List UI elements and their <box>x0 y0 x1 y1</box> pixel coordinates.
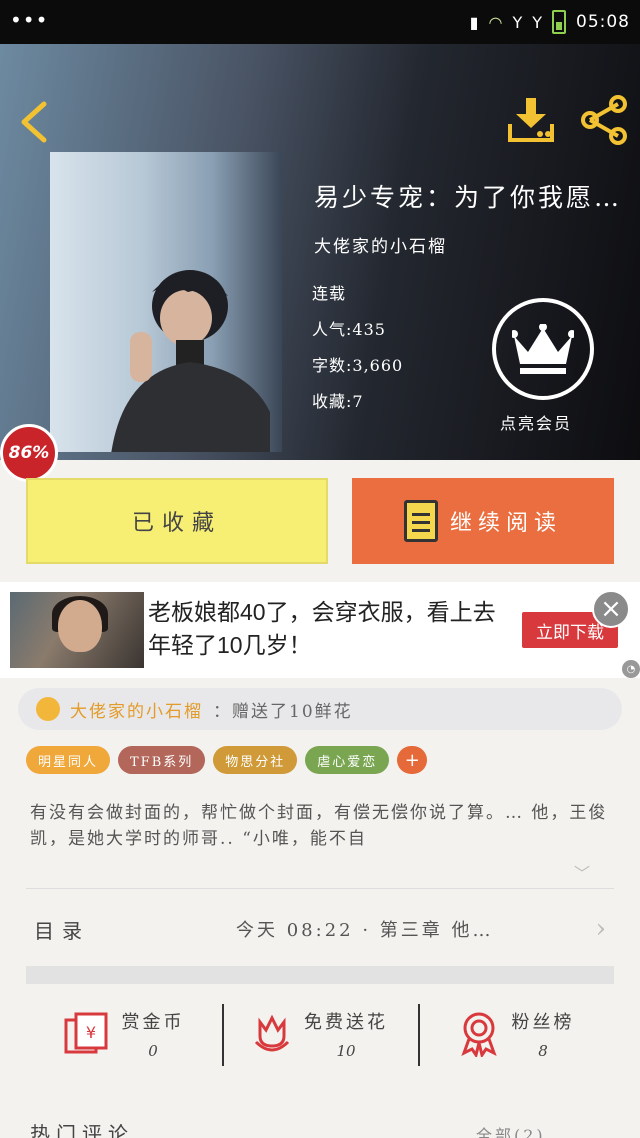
toc-label: 目录 <box>34 918 90 943</box>
signal-1-icon: Y <box>512 12 523 32</box>
ad-text: 老板娘都40了，会穿衣服，看上去年轻了10几岁！ <box>148 599 496 658</box>
download-icon[interactable] <box>506 96 556 144</box>
stat-value: 8 <box>538 1042 548 1060</box>
stat-fan-ranking[interactable]: 粉丝榜 8 <box>418 996 614 1072</box>
gift-message: ：赠送了10鲜花 <box>213 701 353 722</box>
clock: 05:08 <box>576 12 630 32</box>
share-icon[interactable] <box>578 94 630 146</box>
stat-value: 10 <box>336 1042 356 1060</box>
ad-close-icon[interactable]: × <box>592 590 630 628</box>
ad-mark-icon: ◔ <box>622 660 640 678</box>
book-popularity: 人气:435 <box>312 320 386 339</box>
svg-text:¥: ¥ <box>85 1023 95 1042</box>
stat-value: 0 <box>148 1042 158 1060</box>
section-separator <box>26 966 614 984</box>
expand-chevron-icon[interactable]: ﹀ <box>574 860 590 884</box>
tag-chip[interactable]: TFB系列 <box>118 746 206 774</box>
book-description[interactable]: 有没有会做封面的，帮忙做个封面，有偿无偿你说了算。… 他，王俊凯，是她大学时的师… <box>30 800 616 852</box>
status-icons: ▮ ◠ Y Y 05:08 <box>470 10 630 34</box>
tag-chip[interactable]: 物思分社 <box>213 746 298 774</box>
vip-label[interactable]: 点亮会员 <box>500 410 572 434</box>
book-hero: 易少专宠：为了你我愿… 大佬家的小石榴 连载 人气:435 字数:3,660 收… <box>0 44 640 460</box>
collected-button[interactable]: 已收藏 <box>26 478 328 564</box>
tag-chip[interactable]: 虐心爱恋 <box>305 746 390 774</box>
gift-giver[interactable]: 大佬家的小石榴 <box>70 697 203 722</box>
crown-icon <box>512 324 574 374</box>
clap-icon <box>36 697 60 721</box>
book-author[interactable]: 大佬家的小石榴 <box>314 232 447 257</box>
phone-vibrate-icon: ▮ <box>469 12 479 32</box>
stats-row: ¥ 赏金币 0 免费送花 10 粉丝榜 8 <box>26 996 614 1072</box>
back-icon[interactable] <box>16 100 52 144</box>
tag-list: 明星同人 TFB系列 物思分社 虐心爱恋 + <box>26 746 428 774</box>
book-status: 连载 <box>312 284 347 303</box>
overflow-dots-icon: ••• <box>10 8 49 32</box>
signal-2-icon: Y <box>532 12 542 32</box>
stat-reward-coins[interactable]: ¥ 赏金币 0 <box>26 996 222 1072</box>
stat-label: 免费送花 <box>304 1012 388 1033</box>
vip-button[interactable] <box>492 298 594 400</box>
progress-badge: 86% <box>0 424 58 482</box>
cover-figure-image <box>111 270 270 452</box>
battery-icon <box>552 10 566 34</box>
gift-notice: 大佬家的小石榴 ：赠送了10鲜花 <box>18 688 622 730</box>
ad-thumbnail-image <box>10 592 144 668</box>
stat-label: 赏金币 <box>121 1012 185 1033</box>
book-word-count: 字数:3,660 <box>312 356 404 375</box>
red-envelope-icon: ¥ <box>64 1012 107 1054</box>
flower-icon <box>254 1014 290 1052</box>
stat-free-flowers[interactable]: 免费送花 10 <box>222 996 418 1072</box>
divider <box>26 888 614 889</box>
all-comments-link[interactable]: 全部(2) <box>476 1122 546 1138</box>
book-title: 易少专宠：为了你我愿… <box>314 183 623 212</box>
continue-reading-button[interactable]: 继续阅读 <box>352 478 614 564</box>
chevron-right-icon: › <box>595 914 606 944</box>
wifi-icon: ◠ <box>488 12 503 32</box>
status-bar: ••• ▮ ◠ Y Y 05:08 <box>0 0 640 44</box>
stat-label: 粉丝榜 <box>511 1012 575 1033</box>
medal-icon <box>460 1012 497 1057</box>
tag-chip[interactable]: 明星同人 <box>26 746 111 774</box>
book-favorites: 收藏:7 <box>312 392 364 411</box>
hot-comments-heading: 热门评论 <box>30 1122 134 1138</box>
toc-latest-chapter: 今天 08:22 · 第三章 他… <box>236 920 494 941</box>
add-tag-button[interactable]: + <box>397 746 428 774</box>
book-icon <box>403 500 438 542</box>
continue-reading-label: 继续阅读 <box>449 511 562 536</box>
book-cover[interactable] <box>50 152 282 452</box>
table-of-contents-row[interactable]: 目录 今天 08:22 · 第三章 他… › <box>26 906 614 952</box>
